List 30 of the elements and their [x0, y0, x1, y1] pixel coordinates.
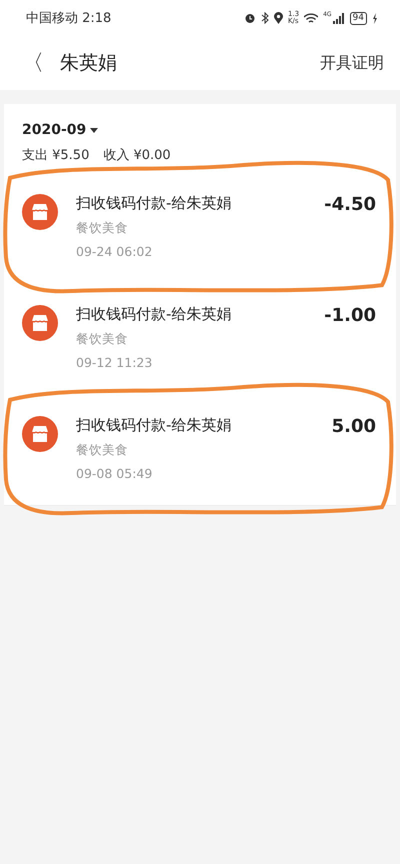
transaction-title[interactable]: 扫收钱码付款-给朱英娟 [76, 416, 314, 435]
carrier-time: 中国移动 2:18 [26, 10, 112, 27]
alarm-icon [244, 12, 256, 24]
transaction-title[interactable]: 扫收钱码付款-给朱英娟 [76, 194, 306, 213]
transaction-category: 餐饮美食 [76, 220, 129, 237]
transaction-category: 餐饮美食 [76, 331, 129, 348]
expense-total: 支出 ¥5.50 [22, 147, 90, 164]
back-button[interactable]: 〈 [22, 48, 44, 78]
month-picker[interactable]: 2020-09 [22, 122, 98, 138]
shop-icon [22, 194, 58, 230]
transaction-category: 餐饮美食 [76, 442, 129, 459]
caret-icon [90, 128, 98, 132]
transaction-time: 09-12 11:23 [76, 355, 154, 370]
transaction-amount: -1.00 [324, 305, 376, 326]
transaction-time: 09-24 06:02 [76, 244, 154, 259]
income-total: 收入 ¥0.00 [103, 147, 171, 164]
transaction-amount: 5.00 [332, 416, 376, 437]
bluetooth-icon [260, 12, 269, 24]
location-icon [274, 12, 283, 24]
wifi-icon [304, 12, 318, 24]
battery-level: 94 [350, 12, 367, 24]
transaction-time: 09-08 05:49 [76, 466, 154, 481]
shop-icon [22, 416, 58, 452]
signal-icon [332, 12, 345, 24]
page-title: 朱英娟 [60, 51, 118, 76]
certificate-button[interactable]: 开具证明 [320, 52, 384, 74]
transaction-amount: -4.50 [324, 194, 376, 215]
charging-icon [372, 12, 378, 24]
shop-icon [22, 305, 58, 341]
transaction-title[interactable]: 扫收钱码付款-给朱英娟 [76, 305, 306, 324]
